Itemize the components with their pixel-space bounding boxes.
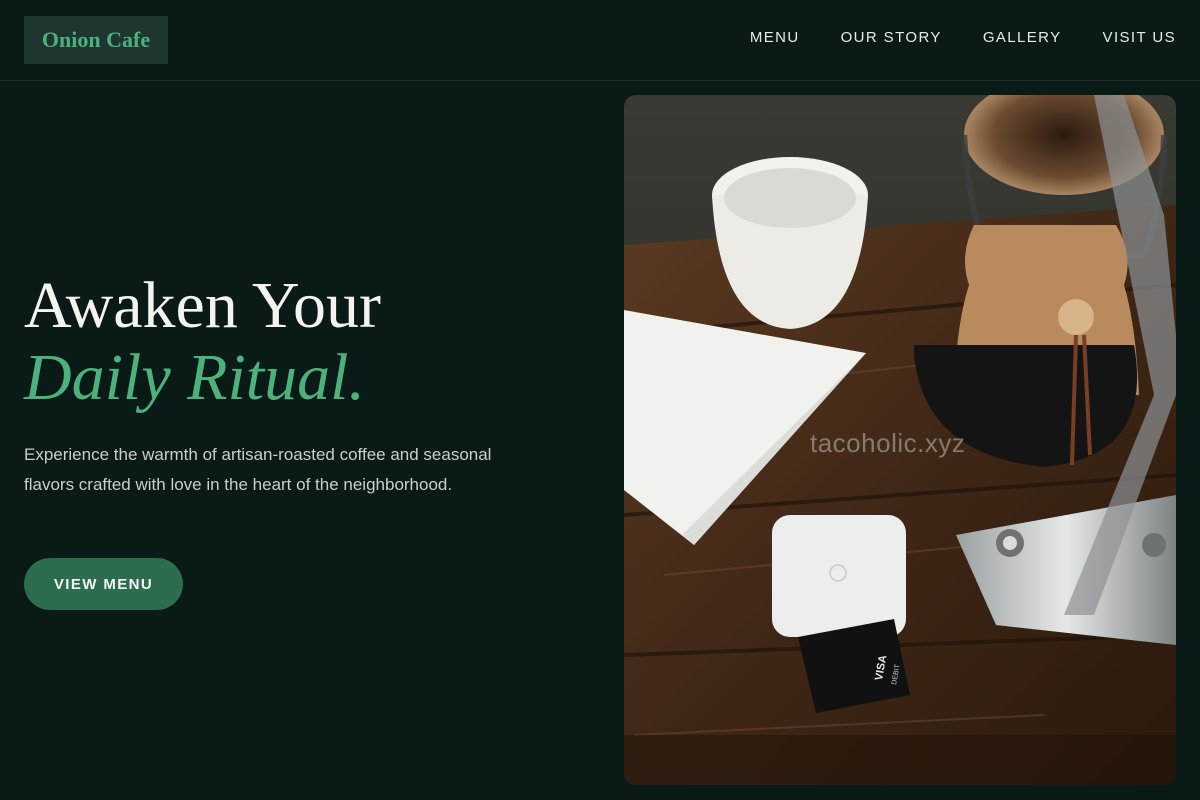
logo[interactable]: Onion Cafe xyxy=(24,16,168,64)
hero-title: Awaken Your Daily Ritual. xyxy=(24,270,494,414)
hero-description: Experience the warmth of artisan-roasted… xyxy=(24,445,492,494)
hero-title-line1: Awaken Your xyxy=(24,269,381,342)
nav-menu-link[interactable]: MENU xyxy=(750,29,800,47)
hero-text: Awaken Your Daily Ritual. Experience the… xyxy=(24,270,494,499)
site-header: Onion Cafe MENU OUR STORY GALLERY VISIT … xyxy=(0,0,1200,81)
hero-photo: VISA DEBIT tacoholic.xyz xyxy=(624,95,1176,785)
hero-title-line2: Daily Ritual. xyxy=(24,341,365,414)
nav-visit-us-link[interactable]: VISIT US xyxy=(1103,29,1176,47)
watermark-text: tacoholic.xyz xyxy=(810,428,966,458)
nav-gallery-link[interactable]: GALLERY xyxy=(983,29,1062,47)
main-nav: MENU OUR STORY GALLERY VISIT US xyxy=(750,29,1176,47)
view-menu-button[interactable]: VIEW MENU xyxy=(24,558,183,610)
nav-our-story-link[interactable]: OUR STORY xyxy=(841,29,942,47)
